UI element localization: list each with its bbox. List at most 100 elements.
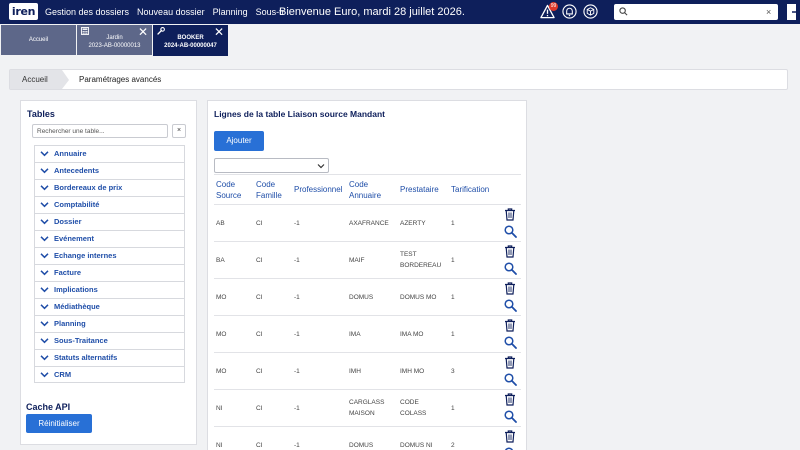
reset-cache-button[interactable]: Réinitialiser: [26, 414, 92, 433]
cell-tarification-text: 1: [451, 404, 455, 412]
tab-booker-close-icon[interactable]: ✕: [214, 26, 224, 38]
table-row[interactable]: MO CI -1 DOMUS DOMUS MO 1: [214, 279, 521, 316]
package-icon[interactable]: [583, 4, 598, 19]
global-search-input[interactable]: [630, 6, 760, 18]
header-code-annuaire[interactable]: Code Annuaire: [349, 175, 381, 201]
cell-code-source-text: MO: [216, 367, 227, 375]
magnifier-icon[interactable]: [504, 336, 517, 349]
table-search-clear-button[interactable]: ×: [172, 124, 186, 138]
cell-code-famille-text: CI: [256, 256, 263, 264]
bell-icon[interactable]: [562, 4, 577, 19]
table-item-crm[interactable]: CRM: [34, 366, 185, 383]
table-item-mediatheque[interactable]: Médiathèque: [34, 298, 185, 315]
tab-jardin[interactable]: ✕ Jardin 2023-AB-00000013: [77, 25, 152, 55]
header-prestataire[interactable]: Prestataire: [400, 175, 439, 204]
trash-icon[interactable]: [504, 245, 516, 258]
cell-prestataire-text: TEST BORDEREAU: [400, 251, 442, 269]
cell-code-famille: CI: [256, 353, 290, 389]
cell-professionnel-text: -1: [294, 219, 300, 227]
app-logo[interactable]: iren: [9, 3, 38, 20]
tables-list: Annuaire Antecedents Bordereaux de prix Com…: [34, 145, 185, 383]
table-item-statuts-alternatifs[interactable]: Statuts alternatifs: [34, 349, 185, 366]
table-row[interactable]: AB CI -1 AXAFRANCE AZERTY 1: [214, 205, 521, 242]
trash-icon[interactable]: [504, 356, 516, 369]
magnifier-icon[interactable]: [504, 410, 517, 423]
table-item-annuaire[interactable]: Annuaire: [34, 145, 185, 162]
header-code-source[interactable]: Code Source: [216, 175, 241, 201]
tab-accueil-label: Accueil: [28, 37, 49, 43]
table-item-echange-internes[interactable]: Echange internes: [34, 247, 185, 264]
header-code-annuaire-l2: Annuaire: [349, 191, 382, 200]
calculator-icon: [81, 27, 89, 35]
table-item-antecedents[interactable]: Antecedents: [34, 162, 185, 179]
magnifier-icon[interactable]: [504, 225, 517, 238]
table-item-dossier[interactable]: Dossier: [34, 213, 185, 230]
cell-code-source-text: NI: [216, 441, 223, 449]
cell-prestataire: IMH MO: [400, 353, 446, 389]
tab-accueil[interactable]: Accueil: [1, 25, 76, 55]
cell-code-source: BA: [216, 242, 252, 278]
magnifier-icon[interactable]: [504, 299, 517, 312]
table-item-label: Implications: [54, 285, 98, 294]
nav-gestion-dossiers[interactable]: Gestion des dossiers: [45, 0, 129, 24]
global-search: ×: [614, 4, 778, 20]
table-item-facture[interactable]: Facture: [34, 264, 185, 281]
trash-icon[interactable]: [504, 319, 516, 332]
search-icon: [619, 7, 628, 16]
cell-code-source-text: AB: [216, 219, 225, 227]
add-row-button[interactable]: Ajouter: [214, 131, 264, 151]
logout-icon[interactable]: [787, 4, 800, 20]
table-item-implications[interactable]: Implications: [34, 281, 185, 298]
table-item-comptabilite[interactable]: Comptabilité: [34, 196, 185, 213]
table-row[interactable]: MO CI -1 IMA IMA MO 1: [214, 316, 521, 353]
rows-panel: Lignes de la table Liaison source Mandan…: [207, 100, 527, 450]
cell-professionnel: -1: [294, 316, 344, 352]
table-item-sous-traitance[interactable]: Sous-Traitance: [34, 332, 185, 349]
trash-icon[interactable]: [504, 208, 516, 221]
trash-icon[interactable]: [504, 430, 516, 443]
cell-code-famille: CI: [256, 390, 290, 426]
table-row[interactable]: MO CI -1 IMH IMH MO 3: [214, 353, 521, 390]
search-clear-button[interactable]: ×: [766, 6, 771, 18]
chevron-down-icon: [40, 287, 49, 293]
tab-booker-ref: 2024-AB-00000047: [164, 43, 217, 49]
header-professionnel[interactable]: Professionnel: [294, 175, 342, 204]
chevron-down-icon: [40, 355, 49, 361]
tab-booker[interactable]: ✕ BOOKER 2024-AB-00000047: [153, 25, 228, 56]
table-row[interactable]: NI CI -1 DOMUS DOMUS NI 2: [214, 427, 521, 450]
table-row[interactable]: BA CI -1 MAIF TEST BORDEREAU 1: [214, 242, 521, 279]
magnifier-icon[interactable]: [504, 262, 517, 275]
cell-prestataire: AZERTY: [400, 205, 446, 241]
table-item-bordereaux-de-prix[interactable]: Bordereaux de prix: [34, 179, 185, 196]
cell-code-famille: CI: [256, 427, 290, 450]
chevron-down-icon: [40, 236, 49, 242]
table-item-planning[interactable]: Planning: [34, 315, 185, 332]
cell-tarification-text: 1: [451, 330, 455, 338]
table-item-evenement[interactable]: Evénement: [34, 230, 185, 247]
breadcrumb-home[interactable]: Accueil: [10, 70, 62, 89]
table-item-label: Facture: [54, 268, 82, 277]
breadcrumb-separator: [62, 70, 69, 89]
cell-tarification: 1: [451, 205, 481, 241]
cell-code-famille: CI: [256, 242, 290, 278]
header-tarification[interactable]: Tarification: [451, 175, 489, 204]
nav-nouveau-dossier[interactable]: Nouveau dossier: [137, 0, 205, 24]
header-code-famille-l2: Famille: [256, 191, 282, 200]
cell-code-source-text: BA: [216, 256, 225, 264]
table-search-input[interactable]: [32, 124, 168, 138]
table-item-label: Comptabilité: [54, 200, 100, 209]
header-code-famille[interactable]: Code Famille: [256, 175, 282, 201]
magnifier-icon[interactable]: [504, 373, 517, 386]
filter-select[interactable]: [214, 158, 329, 173]
trash-icon[interactable]: [504, 282, 516, 295]
cell-prestataire: CODE COLASS: [400, 390, 446, 426]
cell-professionnel: -1: [294, 427, 344, 450]
nav-planning[interactable]: Planning: [213, 0, 248, 24]
cell-code-source: MO: [216, 353, 252, 389]
trash-icon[interactable]: [504, 393, 516, 406]
tab-jardin-close-icon[interactable]: ✕: [138, 26, 148, 38]
cell-professionnel-text: -1: [294, 256, 300, 264]
cell-professionnel: -1: [294, 242, 344, 278]
main-nav: Gestion des dossiers Nouveau dossier Pla…: [45, 0, 293, 24]
table-row[interactable]: NI CI -1 CARGLASS MAISON CODE COLASS 1: [214, 390, 521, 427]
